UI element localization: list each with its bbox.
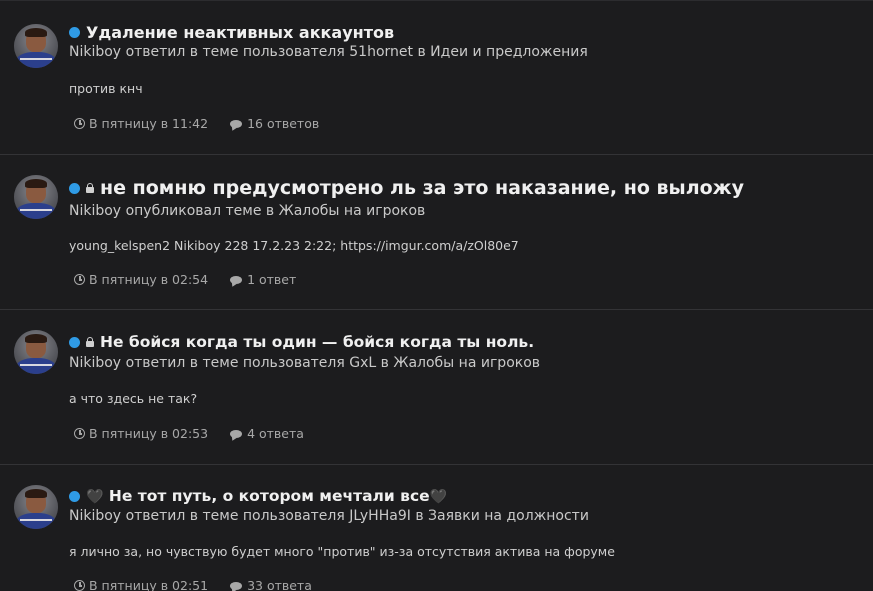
preposition-text: в — [380, 355, 389, 371]
post-date[interactable]: В пятницу в 02:54 — [89, 272, 208, 287]
avatar[interactable] — [14, 330, 58, 374]
post-date[interactable]: В пятницу в 02:51 — [89, 578, 208, 591]
post-snippet: против кнч — [69, 81, 143, 96]
post-snippet: а что здесь не так? — [69, 391, 198, 406]
unread-dot-icon — [69, 490, 80, 502]
reply-count[interactable]: 4 ответа — [247, 426, 304, 441]
clock-icon — [74, 428, 85, 439]
user-link[interactable]: Nikiboy — [69, 203, 121, 219]
thread-title-text: Не тот путь, о котором мечтали все — [108, 487, 430, 505]
thread-title[interactable]: Не бойся когда ты один — бойся когда ты … — [100, 333, 534, 351]
post-snippet: young_kelspen2 Nikiboy 228 17.2.23 2:22;… — [69, 238, 519, 253]
black-heart-icon: 🖤 — [86, 489, 104, 505]
preposition-text: в — [415, 508, 424, 524]
thread-author-link[interactable]: 51hornet — [349, 44, 413, 60]
post-date[interactable]: В пятницу в 02:53 — [89, 426, 208, 441]
byline: Nikiboy ответил в теме пользователя 51ho… — [69, 44, 588, 60]
thread-title[interactable]: не помню предусмотрено ль за это наказан… — [100, 177, 744, 199]
unread-dot-icon — [69, 336, 80, 348]
meta-row: В пятницу в 02:54 1 ответ — [74, 272, 296, 287]
clock-icon — [74, 274, 85, 285]
feed-item: 🖤 Не тот путь, о котором мечтали все🖤 Ni… — [0, 465, 873, 591]
unread-dot-icon — [69, 26, 80, 38]
user-link[interactable]: Nikiboy — [69, 508, 121, 524]
thread-author-link[interactable]: GxL — [349, 355, 376, 371]
lock-icon — [86, 337, 94, 347]
forum-link[interactable]: Жалобы на игроков — [393, 355, 540, 371]
feed-item: не помню предусмотрено ль за это наказан… — [0, 155, 873, 310]
comment-icon — [230, 581, 243, 590]
forum-link[interactable]: Жалобы на игроков — [279, 203, 426, 219]
user-link[interactable]: Nikiboy — [69, 44, 121, 60]
preposition-text: в — [417, 44, 426, 60]
reply-count[interactable]: 1 ответ — [247, 272, 296, 287]
post-date[interactable]: В пятницу в 11:42 — [89, 116, 208, 131]
avatar[interactable] — [14, 175, 58, 219]
preposition-text: в — [265, 203, 275, 219]
user-link[interactable]: Nikiboy — [69, 355, 121, 371]
clock-icon — [74, 580, 85, 591]
action-text: ответил в теме пользователя — [125, 508, 345, 524]
feed-item: Не бойся когда ты один — бойся когда ты … — [0, 310, 873, 465]
forum-link[interactable]: Заявки на должности — [428, 508, 589, 524]
clock-icon — [74, 118, 85, 129]
reply-count[interactable]: 33 ответа — [247, 578, 312, 591]
title-row: Не бойся когда ты один — бойся когда ты … — [69, 332, 534, 352]
avatar[interactable] — [14, 24, 58, 68]
comment-icon — [230, 275, 243, 284]
thread-title[interactable]: Удаление неактивных аккаунтов — [86, 23, 394, 42]
action-text: ответил в теме пользователя — [125, 44, 345, 60]
thread-title[interactable]: 🖤 Не тот путь, о котором мечтали все🖤 — [86, 487, 447, 505]
comment-icon — [230, 429, 243, 438]
title-row: не помню предусмотрено ль за это наказан… — [69, 176, 744, 200]
byline: Nikiboy ответил в теме пользователя GxL … — [69, 355, 540, 371]
activity-feed: Удаление неактивных аккаунтов Nikiboy от… — [0, 0, 873, 591]
thread-author-link[interactable]: JLyHHa9I — [349, 508, 411, 524]
meta-row: В пятницу в 02:53 4 ответа — [74, 426, 304, 441]
meta-row: В пятницу в 11:42 16 ответов — [74, 116, 319, 131]
title-row: Удаление неактивных аккаунтов — [69, 22, 394, 42]
reply-count[interactable]: 16 ответов — [247, 116, 319, 131]
action-text: опубликовал теме — [125, 203, 262, 219]
byline: Nikiboy опубликовал теме в Жалобы на игр… — [69, 203, 425, 219]
black-heart-icon: 🖤 — [429, 489, 448, 505]
byline: Nikiboy ответил в теме пользователя JLyH… — [69, 508, 589, 524]
avatar[interactable] — [14, 485, 58, 529]
meta-row: В пятницу в 02:51 33 ответа — [74, 578, 312, 591]
post-snippet: я лично за, но чувствую будет много "про… — [69, 544, 615, 559]
lock-icon — [86, 183, 94, 193]
unread-dot-icon — [69, 182, 80, 194]
comment-icon — [230, 119, 243, 128]
title-row: 🖤 Не тот путь, о котором мечтали все🖤 — [69, 485, 447, 507]
feed-item: Удаление неактивных аккаунтов Nikiboy от… — [0, 0, 873, 155]
action-text: ответил в теме пользователя — [125, 355, 345, 371]
forum-link[interactable]: Идеи и предложения — [430, 44, 588, 60]
